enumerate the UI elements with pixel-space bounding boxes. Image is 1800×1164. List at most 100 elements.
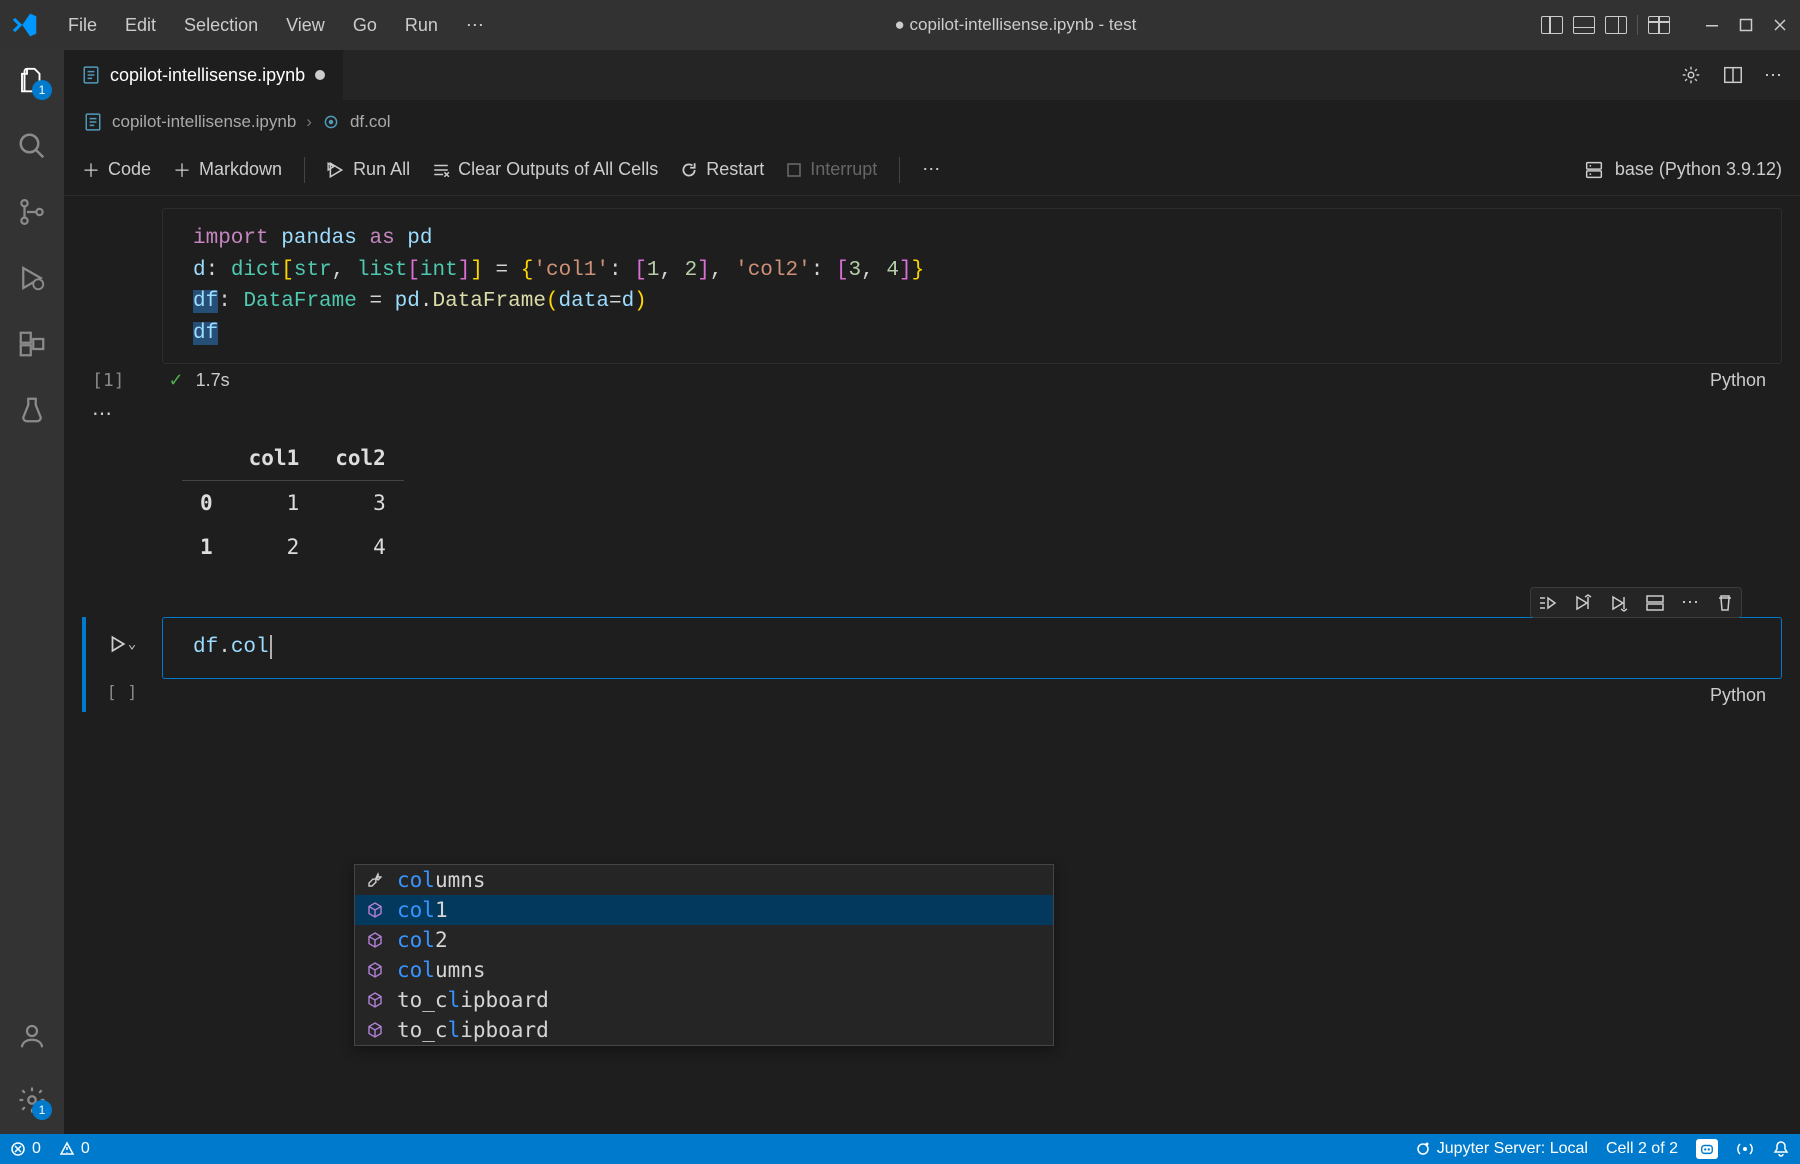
cell-1-duration: 1.7s bbox=[196, 370, 230, 391]
clear-outputs-button[interactable]: Clear Outputs of All Cells bbox=[432, 159, 658, 180]
tab-label: copilot-intellisense.ipynb bbox=[110, 65, 305, 86]
cell-2-code[interactable]: df.col bbox=[162, 617, 1782, 679]
interrupt-button[interactable]: Interrupt bbox=[786, 159, 877, 180]
cell-1-lang[interactable]: Python bbox=[1710, 370, 1782, 391]
editor-tabs: copilot-intellisense.ipynb ⋯ bbox=[64, 50, 1800, 100]
source-control-icon[interactable] bbox=[14, 194, 50, 230]
layout-grid-icon[interactable] bbox=[1648, 16, 1670, 34]
status-copilot[interactable] bbox=[1696, 1139, 1718, 1159]
intellisense-item[interactable]: col1 bbox=[355, 895, 1053, 925]
run-by-line-icon[interactable] bbox=[1537, 593, 1557, 613]
run-all-button[interactable]: Run All bbox=[327, 159, 410, 180]
window-controls bbox=[1702, 15, 1790, 35]
run-settings-icon[interactable] bbox=[1680, 64, 1702, 86]
cell-1[interactable]: import pandas as pd d: dict[str, list[in… bbox=[82, 208, 1782, 569]
menu-selection[interactable]: Selection bbox=[178, 11, 264, 40]
status-errors-count: 0 bbox=[32, 1140, 41, 1158]
run-below-icon[interactable] bbox=[1609, 593, 1629, 613]
intellisense-label: to_clipboard bbox=[397, 988, 549, 1012]
status-jupyter[interactable]: Jupyter Server: Local bbox=[1415, 1140, 1588, 1158]
split-cell-icon[interactable] bbox=[1645, 593, 1665, 613]
intellisense-item[interactable]: col2 bbox=[355, 925, 1053, 955]
maximize-icon[interactable] bbox=[1736, 15, 1756, 35]
restart-label: Restart bbox=[706, 159, 764, 180]
text-cursor bbox=[270, 635, 272, 659]
explorer-icon[interactable]: 1 bbox=[14, 62, 50, 98]
chevron-right-icon: › bbox=[306, 112, 312, 132]
add-markdown-button[interactable]: ＋ Markdown bbox=[173, 157, 282, 183]
minimize-icon[interactable] bbox=[1702, 15, 1722, 35]
activity-bar: 1 1 bbox=[0, 50, 64, 1134]
warning-icon bbox=[59, 1141, 75, 1157]
check-icon: ✓ bbox=[169, 370, 184, 391]
menu-run[interactable]: Run bbox=[399, 11, 444, 40]
delete-cell-icon[interactable] bbox=[1715, 593, 1735, 613]
intellisense-item[interactable]: to_clipboard bbox=[355, 985, 1053, 1015]
error-icon bbox=[10, 1141, 26, 1157]
cell-2[interactable]: ⌄ [ ] ⋯ df.col bbox=[82, 617, 1782, 712]
plus-icon: ＋ bbox=[82, 157, 100, 183]
menu-more[interactable]: ⋯ bbox=[460, 15, 490, 36]
accounts-icon[interactable] bbox=[14, 1018, 50, 1054]
intellisense-item[interactable]: columns bbox=[355, 865, 1053, 895]
menu-go[interactable]: Go bbox=[347, 11, 383, 40]
split-editor-icon[interactable] bbox=[1722, 64, 1744, 86]
layout-right-icon[interactable] bbox=[1605, 16, 1627, 34]
menu-edit[interactable]: Edit bbox=[119, 11, 162, 40]
status-errors[interactable]: 0 bbox=[10, 1140, 41, 1158]
menu-file[interactable]: File bbox=[62, 11, 103, 40]
cell-1-status: [1] ✓ 1.7s Python bbox=[162, 364, 1782, 397]
cube-icon bbox=[365, 930, 385, 950]
layout-bottom-icon[interactable] bbox=[1573, 16, 1595, 34]
breadcrumb-symbol: df.col bbox=[350, 112, 391, 132]
run-all-icon bbox=[327, 161, 345, 179]
tab-notebook[interactable]: copilot-intellisense.ipynb bbox=[64, 50, 344, 100]
kernel-selector[interactable]: base (Python 3.9.12) bbox=[1583, 159, 1782, 181]
extensions-icon[interactable] bbox=[14, 326, 50, 362]
server-icon bbox=[1583, 159, 1605, 181]
notebook-toolbar: ＋ Code ＋ Markdown Run All Clear Outputs … bbox=[64, 144, 1800, 196]
explorer-badge: 1 bbox=[32, 80, 52, 100]
debug-icon[interactable] bbox=[14, 260, 50, 296]
add-markdown-label: Markdown bbox=[199, 159, 282, 180]
cell-1-output-table: col1col2 013 124 bbox=[182, 436, 404, 569]
chevron-down-icon[interactable]: ⌄ bbox=[128, 636, 136, 652]
testing-icon[interactable] bbox=[14, 392, 50, 428]
status-cell-position[interactable]: Cell 2 of 2 bbox=[1606, 1140, 1678, 1158]
table-header: col2 bbox=[317, 436, 404, 481]
breadcrumb[interactable]: copilot-intellisense.ipynb › df.col bbox=[64, 100, 1800, 144]
close-icon[interactable] bbox=[1770, 15, 1790, 35]
layout-separator bbox=[1637, 15, 1638, 35]
run-above-icon[interactable] bbox=[1573, 593, 1593, 613]
layout-controls bbox=[1541, 15, 1670, 35]
toolbar-more-button[interactable]: ⋯ bbox=[922, 159, 940, 180]
cell-2-exec-count: [ ] bbox=[107, 683, 138, 703]
menu-view[interactable]: View bbox=[280, 11, 331, 40]
separator bbox=[304, 157, 305, 183]
search-icon[interactable] bbox=[14, 128, 50, 164]
restart-icon bbox=[680, 161, 698, 179]
add-code-button[interactable]: ＋ Code bbox=[82, 157, 151, 183]
broadcast-icon bbox=[1736, 1140, 1754, 1158]
cell-1-code[interactable]: import pandas as pd d: dict[str, list[in… bbox=[162, 208, 1782, 364]
more-actions-icon[interactable]: ⋯ bbox=[1764, 65, 1782, 86]
plus-icon: ＋ bbox=[173, 157, 191, 183]
intellisense-item[interactable]: to_clipboard bbox=[355, 1015, 1053, 1045]
copilot-icon bbox=[1696, 1139, 1718, 1159]
notebook-icon bbox=[84, 113, 102, 131]
run-cell-button[interactable] bbox=[108, 635, 126, 653]
intellisense-item[interactable]: columns bbox=[355, 955, 1053, 985]
status-feedback[interactable] bbox=[1736, 1140, 1754, 1158]
output-ellipsis-icon[interactable]: ⋯ bbox=[92, 397, 1782, 436]
cell-2-lang[interactable]: Python bbox=[1710, 685, 1782, 706]
status-notifications[interactable] bbox=[1772, 1140, 1790, 1158]
cube-icon bbox=[365, 990, 385, 1010]
status-warnings[interactable]: 0 bbox=[59, 1140, 90, 1158]
editor-actions: ⋯ bbox=[1662, 50, 1800, 100]
tab-dirty-icon bbox=[315, 70, 325, 80]
settings-icon[interactable]: 1 bbox=[14, 1082, 50, 1118]
more-cell-actions-icon[interactable]: ⋯ bbox=[1681, 592, 1699, 613]
restart-button[interactable]: Restart bbox=[680, 159, 764, 180]
breadcrumb-file: copilot-intellisense.ipynb bbox=[112, 112, 296, 132]
layout-left-icon[interactable] bbox=[1541, 16, 1563, 34]
